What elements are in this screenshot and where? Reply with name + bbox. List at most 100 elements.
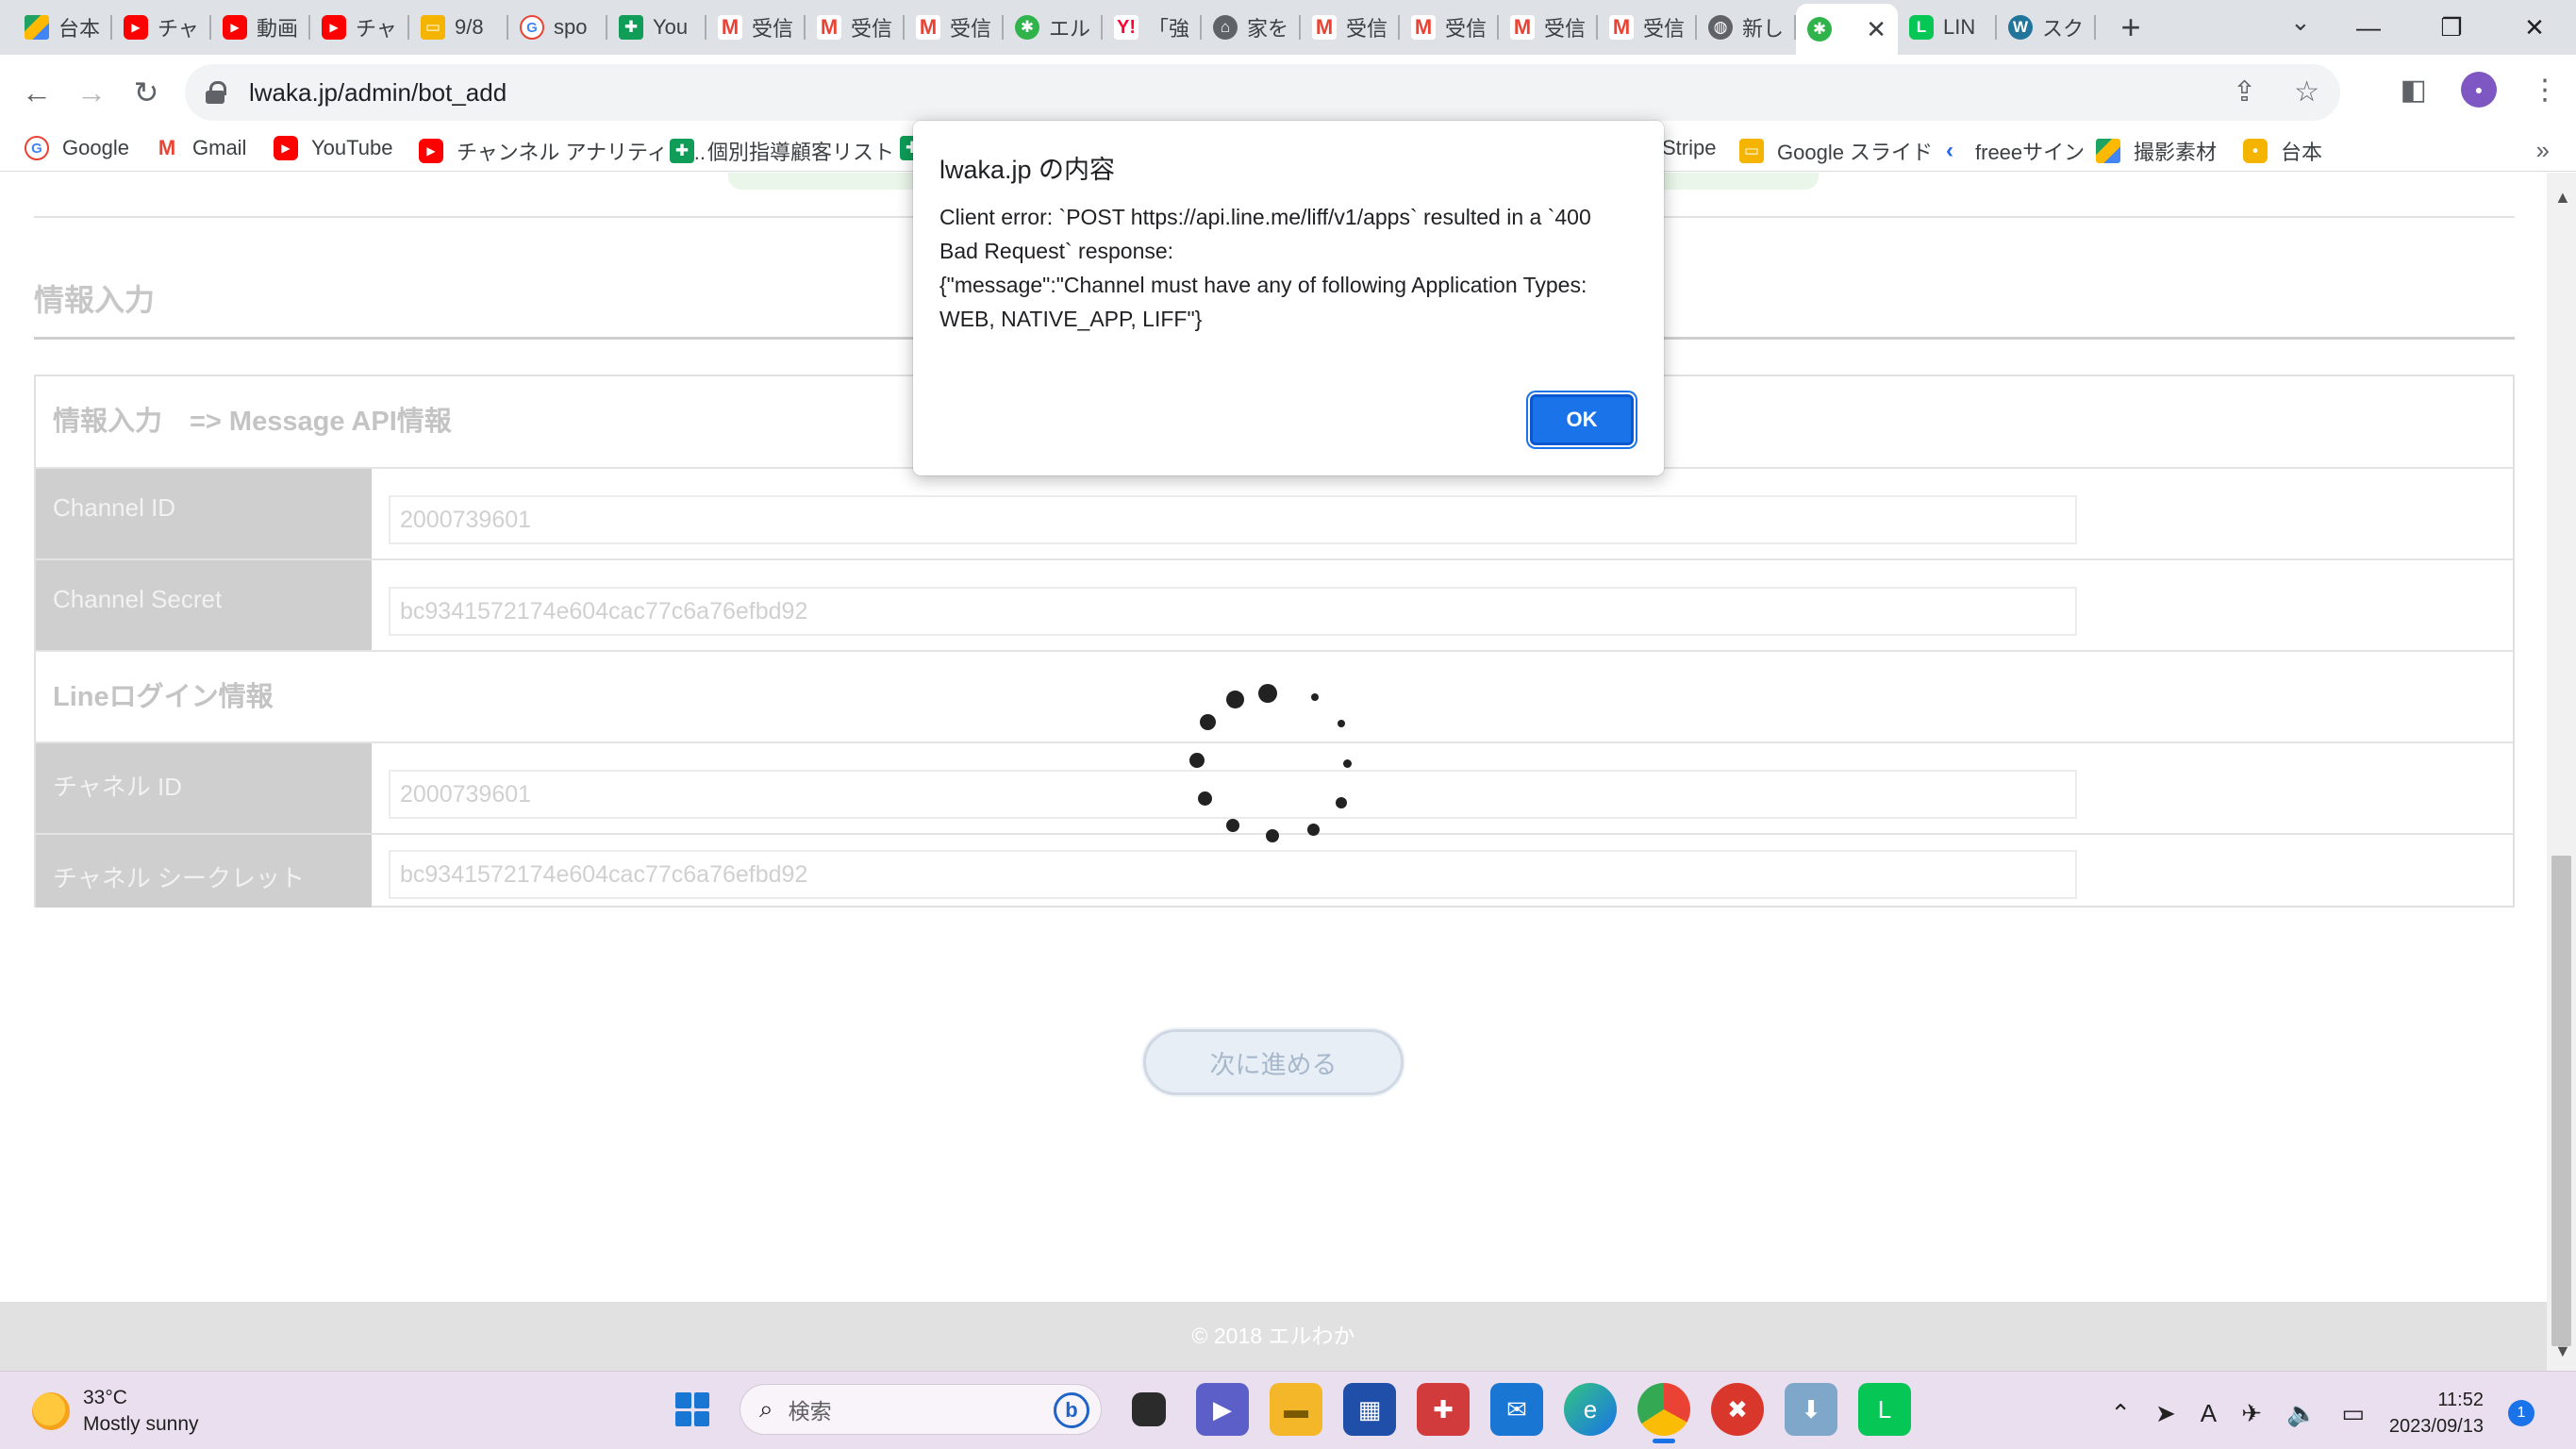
bookmark-script[interactable]: • 台本 <box>2243 136 2322 166</box>
anydesk-icon[interactable]: ✖ <box>1711 1383 1764 1436</box>
bookmark-google-slides[interactable]: ▭ Google スライド <box>1739 136 1933 166</box>
spinner-dot <box>1343 759 1352 768</box>
clock[interactable]: 11:52 2023/09/13 <box>2389 1387 2484 1440</box>
side-panel-icon[interactable]: ◧ <box>2401 74 2427 107</box>
bookmark-channel-analytics[interactable]: ▶ チャンネル アナリティク... <box>419 136 706 166</box>
browser-tab[interactable]: ▭ 9/8 <box>409 4 508 51</box>
bookmark-freee-sign[interactable]: ‹ freeeサイン <box>1937 136 2085 166</box>
ok-button[interactable]: OK <box>1530 394 1634 445</box>
spinner-dot <box>1338 720 1345 727</box>
tab-title: You <box>653 15 689 39</box>
tab-title: 「強 <box>1148 17 1190 41</box>
address-bar[interactable]: lwaka.jp/admin/bot_add ⇪ ☆ <box>185 64 2340 121</box>
google-drive-icon <box>2096 139 2120 163</box>
store-icon[interactable]: ▦ <box>1343 1383 1396 1436</box>
bookmark-label: Stripe <box>1662 136 1717 159</box>
windows-taskbar: 33°C Mostly sunny ⌕ 検索 b ▶ ▬ ▦ ✚ ✉ e ✖ ⬇… <box>0 1371 2576 1449</box>
scroll-down-icon[interactable]: ▼ <box>2554 1341 2571 1361</box>
bookmark-youtube[interactable]: ▶ YouTube <box>274 136 392 160</box>
next-button[interactable]: 次に進める <box>1143 1029 1404 1095</box>
page-scrollbar[interactable]: ▲ ▼ <box>2547 173 2576 1371</box>
login-channel-secret-input[interactable] <box>389 850 2077 899</box>
browser-tab[interactable]: ▶ チャ <box>112 4 211 51</box>
browser-tab[interactable]: M 受信 <box>706 4 806 51</box>
chrome-icon[interactable] <box>1637 1383 1690 1443</box>
bookmark-footage[interactable]: 撮影素材 <box>2096 136 2217 166</box>
share-icon[interactable]: ⇪ <box>2233 75 2256 108</box>
new-tab-button[interactable]: + <box>2105 4 2156 51</box>
minimize-icon[interactable]: — <box>2327 13 2410 42</box>
browser-tab[interactable]: ⌂ 家を <box>1202 4 1301 51</box>
channel-secret-input[interactable] <box>389 587 2077 636</box>
youtube-icon: ▶ <box>274 136 298 160</box>
url-text[interactable]: lwaka.jp/admin/bot_add <box>249 78 507 108</box>
bookmark-label: freeeサイン <box>1975 141 2086 164</box>
teams-icon[interactable]: ▶ <box>1196 1383 1249 1436</box>
installer-icon[interactable]: ⬇ <box>1785 1383 1837 1436</box>
weather-widget[interactable]: 33°C Mostly sunny <box>32 1385 199 1438</box>
spinner-dot <box>1307 824 1320 836</box>
chevron-up-icon[interactable]: ⌃ <box>2110 1399 2131 1428</box>
browser-tab[interactable]: 台本 <box>13 4 112 51</box>
browser-toolbar: ← → ↻ lwaka.jp/admin/bot_add ⇪ ☆ ◧ ● ⋮ <box>0 55 2576 130</box>
close-icon[interactable]: ✕ <box>1866 15 1886 44</box>
bing-icon[interactable]: b <box>1054 1392 1089 1428</box>
freee-icon: ‹ <box>1946 138 1953 163</box>
browser-tab[interactable]: M 受信 <box>905 4 1004 51</box>
mail-icon[interactable]: ✉ <box>1490 1383 1543 1436</box>
gift-icon[interactable]: ✚ <box>1417 1383 1470 1436</box>
tab-title: 台本 <box>58 17 101 41</box>
tab-title: 受信 <box>950 17 992 41</box>
browser-tab-active[interactable]: ✱ ✕ <box>1796 4 1898 55</box>
edge-icon[interactable]: e <box>1564 1383 1617 1436</box>
browser-tab[interactable]: M 受信 <box>1301 4 1400 51</box>
ime-icon[interactable]: A <box>2201 1399 2217 1428</box>
chevron-down-icon[interactable]: ⌄ <box>2290 8 2311 37</box>
back-arrow-icon[interactable]: ← <box>9 75 64 110</box>
browser-tab[interactable]: M 受信 <box>806 4 905 51</box>
star-icon[interactable]: ☆ <box>2294 75 2319 108</box>
bookmark-gmail[interactable]: M Gmail <box>155 136 246 160</box>
browser-tab[interactable]: M 受信 <box>1499 4 1598 51</box>
restore-icon[interactable]: ❐ <box>2410 13 2493 42</box>
close-window-icon[interactable]: ✕ <box>2493 13 2576 42</box>
yahoo-icon: Y! <box>1114 15 1138 40</box>
browser-tab[interactable]: M 受信 <box>1598 4 1697 51</box>
browser-tab[interactable]: ▶ チャ <box>310 4 409 51</box>
reload-icon[interactable]: ↻ <box>119 75 174 110</box>
file-explorer-icon[interactable]: ▬ <box>1270 1383 1322 1436</box>
browser-tab[interactable]: ✱ エル <box>1004 4 1103 51</box>
window-controls: — ❐ ✕ <box>2327 0 2576 55</box>
browser-tab[interactable]: W スク <box>1997 4 2096 51</box>
avatar[interactable]: ● <box>2461 72 2497 108</box>
google-icon: G <box>25 136 49 160</box>
start-button[interactable] <box>666 1383 719 1436</box>
battery-icon[interactable]: ▭ <box>2341 1399 2365 1428</box>
menu-kebab-icon[interactable]: ⋮ <box>2531 74 2559 107</box>
scroll-thumb[interactable] <box>2551 856 2571 1346</box>
browser-tab[interactable]: L LIN <box>1898 4 1997 51</box>
taskbar-search[interactable]: ⌕ 検索 b <box>740 1384 1102 1435</box>
scroll-up-icon[interactable]: ▲ <box>2554 188 2571 208</box>
airplane-icon[interactable]: ✈ <box>2241 1399 2262 1428</box>
bookmark-stripe[interactable]: Stripe <box>1662 136 1716 160</box>
lock-icon[interactable] <box>206 81 226 104</box>
browser-tab[interactable]: ▶ 動画 <box>211 4 310 51</box>
line-app-icon[interactable]: L <box>1858 1383 1911 1436</box>
task-view-icon[interactable] <box>1132 1392 1166 1426</box>
location-icon[interactable]: ➤ <box>2155 1399 2176 1428</box>
more-bookmarks-icon[interactable]: » <box>2536 136 2550 165</box>
browser-tab[interactable]: Y! 「強 <box>1103 4 1202 51</box>
bookmark-customer-list[interactable]: ✚ 個別指導顧客リスト <box>670 136 894 166</box>
field-label: Channel ID <box>36 469 372 558</box>
forward-arrow-icon[interactable]: → <box>64 75 119 110</box>
browser-tab[interactable]: M 受信 <box>1400 4 1499 51</box>
channel-id-input[interactable] <box>389 495 2077 544</box>
bookmark-google[interactable]: G Google <box>25 136 129 160</box>
browser-tab[interactable]: Gspo <box>508 4 607 51</box>
notification-badge[interactable]: 1 <box>2508 1400 2534 1426</box>
volume-icon[interactable]: 🔈 <box>2286 1399 2317 1428</box>
browser-tab[interactable]: ✚ You <box>607 4 706 51</box>
browser-tab[interactable]: ◍ 新し <box>1697 4 1796 51</box>
youtube-icon: ▶ <box>124 15 148 40</box>
